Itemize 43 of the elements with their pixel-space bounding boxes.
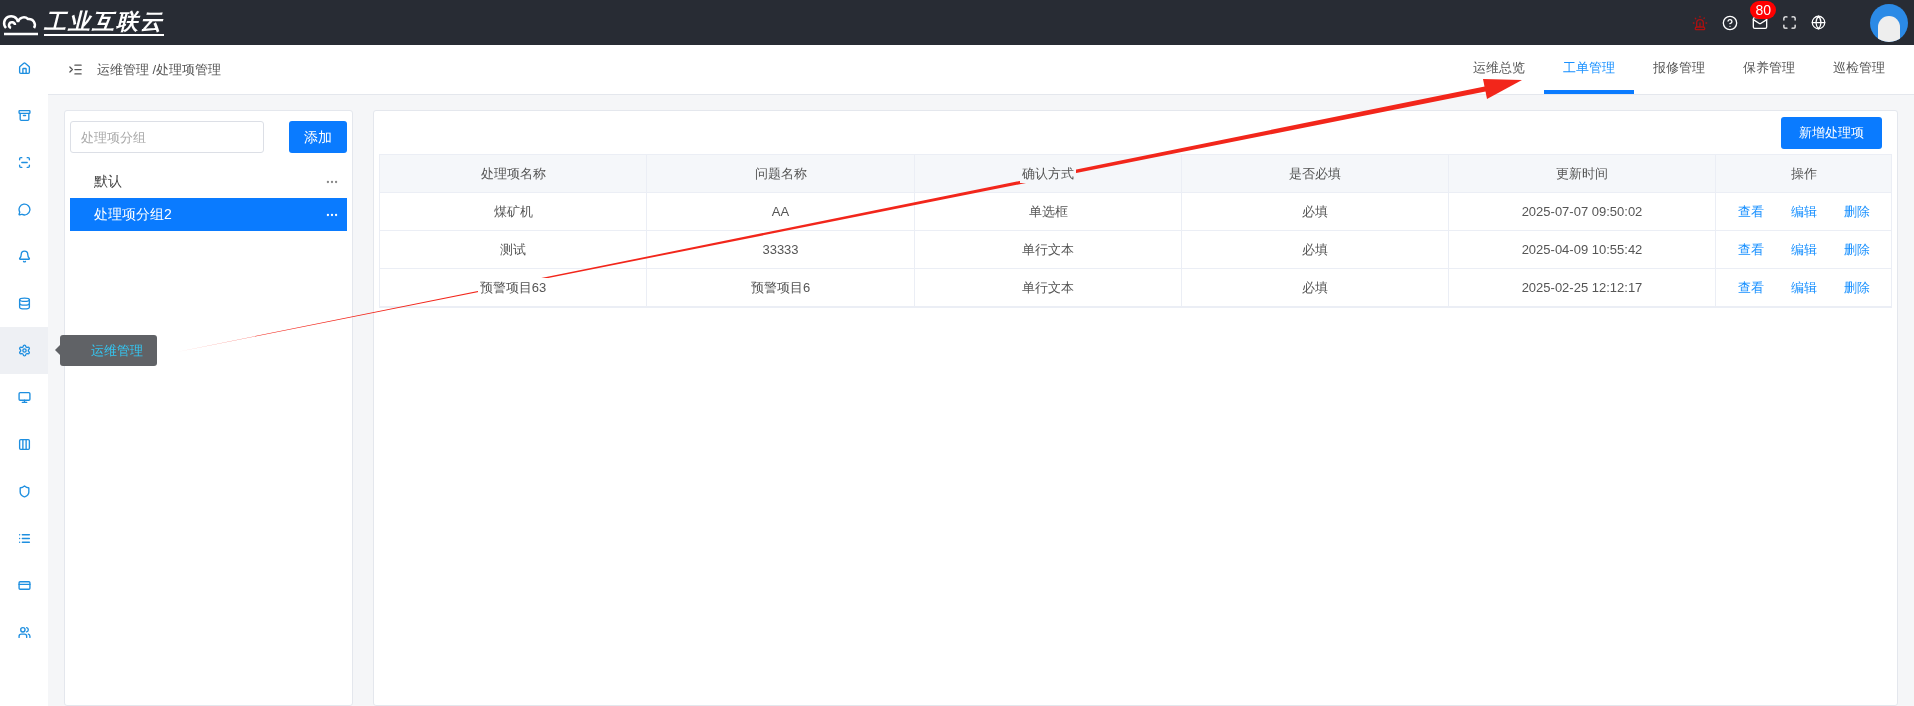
tooltip-pointer: [55, 345, 60, 355]
logo-text: 工业互联云: [44, 9, 164, 36]
drawer-icon: [17, 109, 31, 122]
action-link[interactable]: 删除: [1843, 239, 1870, 260]
nav-tab[interactable]: 巡检管理: [1814, 45, 1904, 94]
notification-badge: 80: [1750, 0, 1776, 19]
users-icon: [17, 626, 31, 639]
nav-tab[interactable]: 报修管理: [1634, 45, 1724, 94]
action-link[interactable]: 查看: [1737, 239, 1764, 260]
database-icon: [17, 297, 31, 310]
menu-toggle-icon[interactable]: [68, 62, 83, 77]
add-button[interactable]: 添加: [289, 121, 347, 153]
group-item[interactable]: 处理项分组2: [70, 198, 347, 231]
action-link[interactable]: 编辑: [1790, 277, 1817, 298]
action-link[interactable]: 查看: [1737, 201, 1764, 222]
columns-icon: [17, 438, 31, 451]
home-icon: [17, 62, 31, 75]
chat-icon: [17, 203, 31, 216]
action-link[interactable]: 删除: [1843, 201, 1870, 222]
bell-icon: [17, 250, 31, 263]
nav-tab[interactable]: 保养管理: [1724, 45, 1814, 94]
new-item-button[interactable]: 新增处理项: [1781, 117, 1882, 149]
shield-icon: [17, 485, 31, 498]
nav-tab[interactable]: 运维总览: [1454, 45, 1544, 94]
scan-icon: [17, 156, 31, 169]
avatar[interactable]: [1870, 3, 1908, 42]
card-icon: [17, 579, 31, 592]
settings-icon: [17, 344, 31, 357]
action-link[interactable]: 查看: [1737, 277, 1764, 298]
search-field[interactable]: 处理项分组: [70, 121, 264, 153]
globe-icon[interactable]: [1811, 15, 1826, 30]
list-icon: [17, 532, 31, 545]
tooltip: 运维管理: [60, 335, 157, 366]
action-link[interactable]: 编辑: [1790, 239, 1817, 260]
alarm-icon[interactable]: [1692, 14, 1708, 31]
action-link[interactable]: 编辑: [1790, 201, 1817, 222]
breadcrumb: 运维管理 /处理项管理: [97, 60, 222, 79]
group-item[interactable]: 默认: [70, 165, 347, 198]
fullscreen-icon[interactable]: [1782, 15, 1797, 30]
action-link[interactable]: 删除: [1843, 277, 1870, 298]
nav-tab[interactable]: 工单管理: [1544, 45, 1634, 94]
monitor-icon: [17, 391, 31, 404]
help-icon[interactable]: [1722, 14, 1738, 31]
